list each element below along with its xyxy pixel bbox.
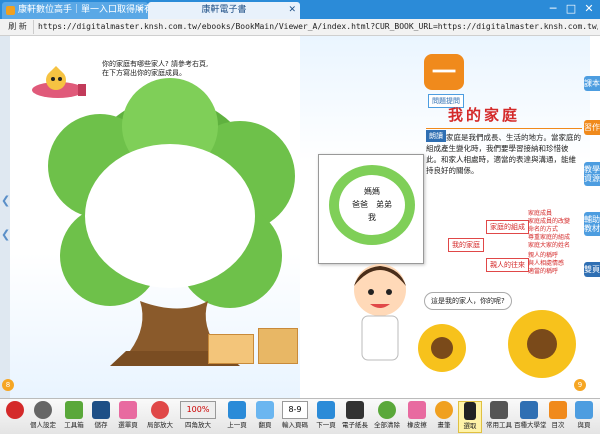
save-button[interactable]: 儲存 <box>90 401 112 433</box>
right-page-number: 9 <box>574 379 586 391</box>
favicon-icon <box>6 6 15 15</box>
maximize-button[interactable]: □ <box>562 1 580 17</box>
prev-arrow-icon[interactable]: ❮ <box>1 194 10 207</box>
zoom-percent-button[interactable]: 100% 四角放大 <box>178 401 218 433</box>
unit-badge: 一 <box>424 54 464 90</box>
percent-icon: 100% <box>180 401 216 419</box>
mindmap-leaf: 命名的方式 <box>528 226 559 233</box>
left-page: 你的家庭有哪些家人? 請參考右頁, 在下方寫出你的家庭成員。 <box>10 36 310 398</box>
menu-page-button[interactable]: 選單頁 <box>114 401 142 433</box>
mindmap-leaf: 與人相處情感 <box>528 260 565 267</box>
contents-button[interactable]: 目次 <box>546 401 570 433</box>
tab-label: 康軒電子書 <box>201 5 247 15</box>
partial-zoom-button[interactable]: 局部放大 <box>144 401 176 433</box>
mindmap-branch: 親人的往來 <box>486 258 529 272</box>
house-illustration <box>258 328 298 364</box>
compass-icon <box>490 401 508 419</box>
sidebar-tab-supplementary[interactable]: 輔助教材 <box>584 212 600 236</box>
page-list-button[interactable]: 與頁 <box>572 401 596 433</box>
zoom-in-icon <box>151 401 169 419</box>
card-line: 爸爸 弟弟 <box>352 200 392 209</box>
page-title: 我的家庭 <box>448 106 521 124</box>
sunflower-illustration <box>418 310 576 378</box>
contents-icon <box>549 401 567 419</box>
page-list-icon <box>575 401 593 419</box>
save-icon <box>92 401 110 419</box>
minimize-button[interactable]: ─ <box>544 1 562 17</box>
left-page-number: 8 <box>2 379 14 391</box>
clear-all-button[interactable]: 全部清除 <box>372 401 402 433</box>
palette-icon <box>435 401 453 419</box>
card-line: 媽媽 <box>364 187 380 196</box>
sidebar-tabs: 課本 習作 教學資源 輔助教材 雙頁 <box>584 76 600 286</box>
sidebar-tab-teaching-resources[interactable]: 教學資源 <box>584 162 600 186</box>
prev-page-button[interactable]: 上一頁 <box>222 401 252 433</box>
eraser-button[interactable]: 橡皮擦 <box>404 401 430 433</box>
toolbox-icon <box>65 401 83 419</box>
eraser-icon <box>408 401 426 419</box>
mindmap-leaf: 家庭成員的改變 <box>528 218 571 225</box>
next-page-button[interactable]: 下一頁 <box>314 401 338 433</box>
sidebar-tab-double-page[interactable]: 雙頁 <box>584 262 600 277</box>
close-tab-icon[interactable]: ✕ <box>136 2 144 19</box>
sidebar-tab-textbook[interactable]: 課本 <box>584 76 600 91</box>
tab-knsh-portal[interactable]: 康軒數位高手｜單一入口取得所有資源 ✕ <box>2 2 148 19</box>
card-line: 我 <box>368 213 376 222</box>
title-divider <box>426 128 582 129</box>
sidebar-tab-workbook[interactable]: 習作 <box>584 120 600 135</box>
mindmap-leaf: 家庭大家的姓名 <box>528 242 571 249</box>
lesson-paragraph: 家庭是我們成長、生活的地方。當家庭的組成產生變化時，我們要學習接納和珍惜彼此。和… <box>426 133 581 175</box>
e-paper-button[interactable]: 電子紙長 <box>340 401 370 433</box>
mindmap-branch: 家庭的組成 <box>486 220 529 234</box>
left-page-edge: ❮ ❮ <box>0 36 10 398</box>
mindmap-leaf: 尊重家庭的組成 <box>528 234 571 241</box>
gear-icon <box>34 401 52 419</box>
next-page-icon <box>317 401 335 419</box>
mindmap-leaf: 適當的稱呼 <box>528 268 559 275</box>
mindmap-leaf: 親人的稱呼 <box>528 252 559 259</box>
bottom-toolbar: 個人設定 工具箱 儲存 選單頁 局部放大 100% 四角放大 上一頁 翻頁 8-9… <box>0 398 600 434</box>
address-bar: 刷 新 https://digitalmaster.knsh.com.tw/eb… <box>0 19 600 36</box>
tab-label: 康軒數位高手｜單一入口取得所有資源 <box>18 5 148 15</box>
pen-button[interactable]: 畫筆 <box>432 401 456 433</box>
fire-button[interactable] <box>4 401 26 433</box>
toolbox-button[interactable]: 工具箱 <box>60 401 88 433</box>
url-field[interactable]: https://digitalmaster.knsh.com.tw/ebooks… <box>38 20 598 34</box>
prev-page-icon <box>228 401 246 419</box>
common-tools-button[interactable]: 常用工具 <box>484 401 514 433</box>
clear-all-icon <box>378 401 396 419</box>
house-illustration <box>208 334 254 364</box>
tab-ebook[interactable]: 康軒電子書 ✕ <box>148 2 300 19</box>
close-tab-icon[interactable]: ✕ <box>288 2 296 19</box>
academy-button[interactable]: 百種大學堂 <box>514 401 547 433</box>
page-input-icon: 8-9 <box>282 401 308 419</box>
book-stack-icon <box>520 401 538 419</box>
grid-icon <box>119 401 137 419</box>
fire-icon <box>6 401 24 419</box>
page-icon <box>256 401 274 419</box>
select-button[interactable]: 選取 <box>458 401 482 433</box>
family-picture-card: 媽媽 爸爸 弟弟 我 <box>318 154 424 264</box>
right-page: 一 問題提問 我的家庭 朗讀 家庭是我們成長、生活的地方。當家庭的組成產生變化時… <box>300 36 590 398</box>
cursor-icon <box>464 402 476 420</box>
page-number-input[interactable]: 8-9 輸入頁碼 <box>278 401 312 433</box>
refresh-button[interactable]: 刷 新 <box>2 20 34 34</box>
title-bar: 康軒數位高手｜單一入口取得所有資源 ✕ 康軒電子書 ✕ ─ □ ✕ <box>0 0 600 19</box>
prev-arrow-icon[interactable]: ❮ <box>1 228 10 241</box>
mindmap-leaf: 家庭成員 <box>528 210 553 217</box>
close-window-button[interactable]: ✕ <box>580 1 598 17</box>
graduation-icon <box>346 401 364 419</box>
flip-page-button[interactable]: 翻頁 <box>254 401 276 433</box>
ebook-viewer: ❮ ❮ 你的家庭有哪些家人? 請參考右頁, 在下方寫出你的家庭成員。 一 問題提… <box>0 36 600 398</box>
settings-button[interactable]: 個人設定 <box>28 401 58 433</box>
mindmap-root: 我的家庭 <box>448 238 484 252</box>
